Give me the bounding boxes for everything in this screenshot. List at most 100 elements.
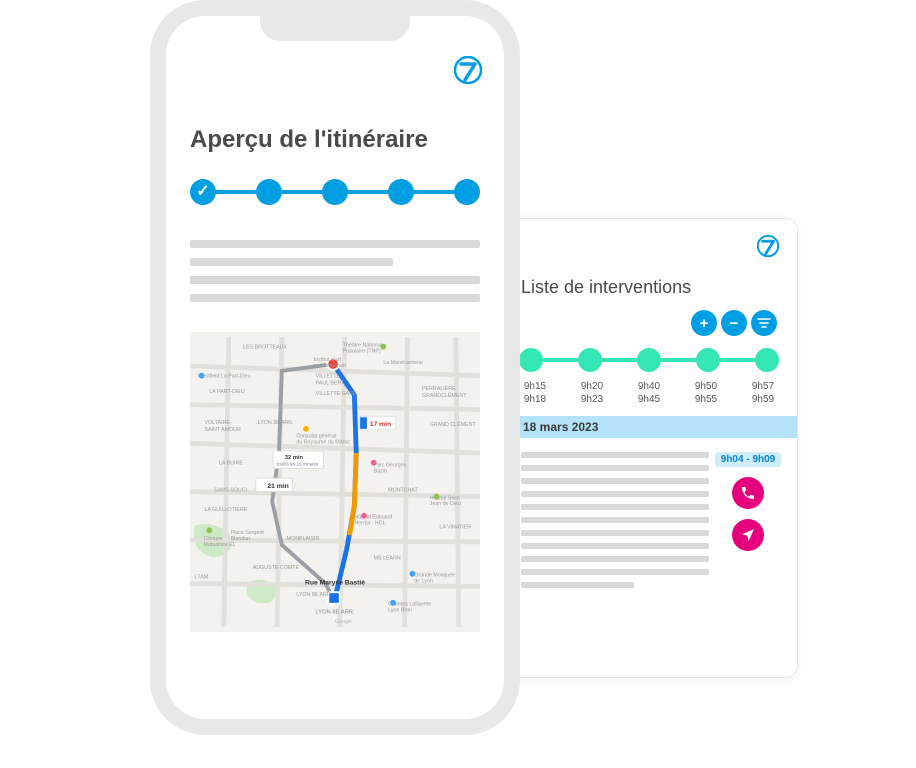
timeline-labels: 9h15 9h18 9h20 9h23 9h40 9h45 9h50 9h55 … [521, 380, 777, 406]
svg-text:toutes les 15 minutes: toutes les 15 minutes [277, 462, 319, 467]
svg-text:La Manécanterie: La Manécanterie [383, 360, 423, 366]
svg-text:GRANDCLÉMENT: GRANDCLÉMENT [422, 392, 467, 399]
timeline-connector [543, 358, 578, 362]
svg-text:17 min: 17 min [370, 421, 391, 428]
phone-notch [260, 15, 410, 41]
map-duration-badge-3: 21 min [256, 478, 293, 492]
itinerary-details-placeholder [190, 240, 480, 302]
svg-text:LYON 8E ARR.: LYON 8E ARR. [296, 592, 332, 598]
svg-text:VILLETTE: VILLETTE [316, 374, 341, 380]
svg-text:LA VINATIER: LA VINATIER [439, 524, 471, 530]
timeline-connector [661, 358, 696, 362]
svg-text:PAUL BERT: PAUL BERT [316, 380, 346, 386]
timeline-progress [519, 348, 779, 372]
svg-text:Google: Google [335, 619, 352, 625]
svg-text:contemporain: contemporain [314, 363, 346, 369]
itinerary-progress [190, 179, 480, 205]
intervention-details-placeholder [521, 452, 709, 595]
svg-text:PERRALIÈRE: PERRALIÈRE [422, 385, 456, 392]
progress-step-5[interactable] [454, 179, 480, 205]
progress-step-4[interactable] [388, 179, 414, 205]
progress-connector [348, 190, 388, 194]
svg-text:MB LEARN: MB LEARN [374, 555, 401, 561]
minus-icon: − [730, 315, 739, 332]
timeline-step[interactable] [696, 348, 720, 372]
svg-text:LES BROTTEAUX: LES BROTTEAUX [243, 345, 287, 351]
timeline-slot: 9h20 9h23 [578, 380, 606, 406]
map-duration-badge-2: 32 min toutes les 15 minutes [273, 451, 323, 468]
route-map[interactable]: 17 min 32 min toutes les 15 minutes 21 m… [190, 332, 480, 632]
svg-text:LA PART-DIEU: LA PART-DIEU [209, 389, 245, 395]
timeline-slot: 9h40 9h45 [635, 380, 663, 406]
svg-text:Populaire (TNP): Populaire (TNP) [343, 348, 381, 354]
time-start: 9h15 [521, 380, 549, 393]
svg-text:Bazin: Bazin [374, 468, 387, 474]
progress-connector [216, 190, 256, 194]
timeline-slot: 9h15 9h18 [521, 380, 549, 406]
svg-text:GRAND CLÉMENT: GRAND CLÉMENT [430, 421, 477, 428]
timeline-connector [602, 358, 637, 362]
svg-text:Lyon Bron: Lyon Bron [388, 608, 412, 614]
time-start: 9h20 [578, 380, 606, 393]
svg-text:Westfield La Part-Dieu: Westfield La Part-Dieu [198, 374, 251, 380]
svg-text:de Lyon: de Lyon [414, 579, 433, 585]
timeline-slot: 9h57 9h59 [749, 380, 777, 406]
timeline-step[interactable] [637, 348, 661, 372]
remove-button[interactable]: − [721, 310, 747, 336]
brand-logo-7 [454, 56, 482, 84]
svg-text:Rue Maryse Bastié: Rue Maryse Bastié [305, 579, 365, 586]
time-range-badge: 9h04 - 9h09 [715, 452, 781, 467]
time-end: 9h59 [749, 393, 777, 406]
plus-icon: + [700, 315, 709, 332]
date-header: 18 mars 2023 [501, 416, 797, 438]
progress-step-2[interactable] [256, 179, 282, 205]
navigate-button[interactable] [732, 519, 764, 551]
toolbar: + − [521, 310, 777, 336]
interventions-card: Liste de interventions + − 9h15 9h18 9h2… [500, 218, 798, 678]
timeline-step[interactable] [578, 348, 602, 372]
time-start: 9h40 [635, 380, 663, 393]
time-start: 9h57 [749, 380, 777, 393]
svg-text:LYON 8E ARR.: LYON 8E ARR. [315, 609, 355, 615]
svg-text:VOLTAIRE-: VOLTAIRE- [205, 420, 232, 426]
time-end: 9h23 [578, 393, 606, 406]
navigation-arrow-icon [740, 527, 756, 543]
svg-text:MONTCHAT: MONTCHAT [388, 488, 418, 494]
add-button[interactable]: + [691, 310, 717, 336]
svg-text:du Royaume du Maroc: du Royaume du Maroc [296, 439, 350, 445]
phone-icon [740, 485, 756, 501]
svg-text:SANS-SOUCI: SANS-SOUCI [214, 488, 247, 494]
svg-text:LYON 3E ARR.: LYON 3E ARR. [258, 420, 294, 426]
svg-text:Blandan: Blandan [231, 536, 250, 542]
timeline-step[interactable] [519, 348, 543, 372]
progress-step-3[interactable] [322, 179, 348, 205]
svg-text:32 min: 32 min [285, 455, 304, 461]
time-end: 9h45 [635, 393, 663, 406]
filter-icon [756, 315, 772, 331]
svg-text:Mutualiste EL: Mutualiste EL [204, 542, 236, 548]
time-start: 9h50 [692, 380, 720, 393]
time-end: 9h55 [692, 393, 720, 406]
call-button[interactable] [732, 477, 764, 509]
svg-text:AUGUSTE COMTE: AUGUSTE COMTE [253, 565, 300, 571]
intervention-item[interactable]: 9h04 - 9h09 [521, 452, 777, 595]
progress-step-1[interactable] [190, 179, 216, 205]
filter-button[interactable] [751, 310, 777, 336]
svg-text:Jean de Dieu: Jean de Dieu [430, 501, 461, 507]
timeline-connector [720, 358, 755, 362]
svg-text:Herriot - HCL: Herriot - HCL [354, 521, 385, 527]
phone-frame: Aperçu de l'itinéraire [150, 0, 520, 735]
brand-logo-7 [757, 235, 779, 257]
svg-text:LTAM: LTAM [195, 575, 208, 581]
timeline-slot: 9h50 9h55 [692, 380, 720, 406]
svg-text:LA GUILLOTIÈRE: LA GUILLOTIÈRE [205, 506, 248, 513]
intervention-actions: 9h04 - 9h09 [719, 452, 777, 551]
progress-connector [282, 190, 322, 194]
timeline-step[interactable] [755, 348, 779, 372]
svg-text:VILLETTE GARE: VILLETTE GARE [316, 391, 357, 397]
map-duration-badge-1: 17 min [359, 416, 396, 430]
svg-text:LA BUIRE: LA BUIRE [219, 461, 243, 467]
time-end: 9h18 [521, 393, 549, 406]
page-title: Aperçu de l'itinéraire [190, 126, 480, 154]
svg-text:SAINT AMOUR: SAINT AMOUR [205, 427, 242, 433]
